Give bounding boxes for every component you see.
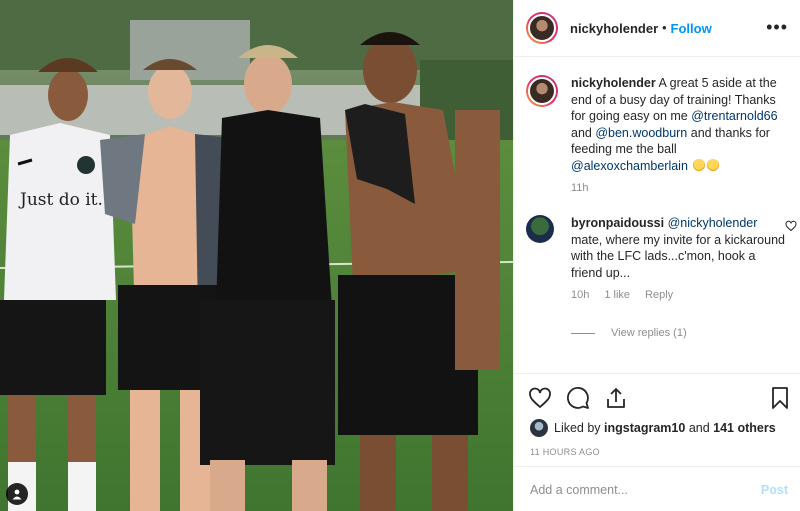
separator-dot: • [662,21,667,35]
svg-text:Just do it.: Just do it. [18,190,103,210]
bookmark-icon[interactable] [768,386,792,410]
post-actions [514,373,800,419]
likes-others-link[interactable]: 141 others [713,421,776,435]
share-icon[interactable] [604,386,628,410]
caption-age[interactable]: 11h [571,180,589,197]
replies-divider [571,332,595,334]
author-username[interactable]: nickyholender [570,21,658,36]
user-tag-icon[interactable] [6,483,28,505]
caption-text: nickyholender A great 5 aside at the end… [571,75,787,197]
post-photo[interactable]: Just do it. [0,0,513,511]
mention-link[interactable]: @trentarnold66 [691,109,777,123]
caption-avatar[interactable] [526,75,558,107]
comment-icon[interactable] [566,386,590,410]
post-comment-button[interactable]: Post [761,483,788,497]
mention-link[interactable]: @alexoxchamberlain [571,159,688,173]
follow-button[interactable]: Follow [671,21,712,36]
comment-like-count[interactable]: 1 like [604,287,630,304]
commenter-username[interactable]: byronpaidoussi [571,216,664,230]
add-comment-bar: Post [514,466,800,511]
liker-username[interactable]: ingstagram10 [604,421,685,435]
grinning-sweat-emoji-icon [693,158,706,171]
comment-age[interactable]: 10h [571,287,589,304]
person-icon [12,489,22,500]
view-replies-link[interactable]: View replies (1) [571,327,687,339]
comments-area[interactable]: nickyholender A great 5 aside at the end… [514,57,800,373]
post-header: nickyholender • Follow ••• [514,0,800,57]
comment-input[interactable] [530,480,750,500]
comment-message: mate, where my invite for a kickaround w… [571,232,785,280]
liked-by-prefix: Liked by [554,421,601,435]
comment-like-heart-icon[interactable] [785,220,797,232]
liker-avatar[interactable] [530,419,548,437]
view-replies-label[interactable]: View replies (1) [611,327,687,339]
mention-link[interactable]: @ben.woodburn [595,126,687,140]
more-options-icon[interactable]: ••• [766,18,788,36]
comment-text: byronpaidoussi @nickyholender mate, wher… [571,215,787,304]
grinning-sweat-emoji-icon [707,158,720,171]
post-timestamp[interactable]: 11 HOURS AGO [530,447,600,457]
caption-meta: 11h [571,180,787,197]
post-image: Just do it. [0,0,513,511]
caption-text-2: and [571,125,592,140]
comment-meta: 10h 1 like Reply [571,287,787,304]
post-side-panel: nickyholender • Follow ••• nickyholender… [513,0,800,511]
mention-link[interactable]: @nickyholender [668,216,758,230]
liked-by-joiner: and [688,421,710,435]
author-avatar[interactable] [526,12,558,44]
reply-button[interactable]: Reply [645,287,673,304]
likes-summary: Liked by ingstagram10 and 141 others [530,419,776,437]
caption-username[interactable]: nickyholender [571,76,656,90]
commenter-avatar[interactable] [526,215,554,243]
heart-icon[interactable] [528,386,552,410]
